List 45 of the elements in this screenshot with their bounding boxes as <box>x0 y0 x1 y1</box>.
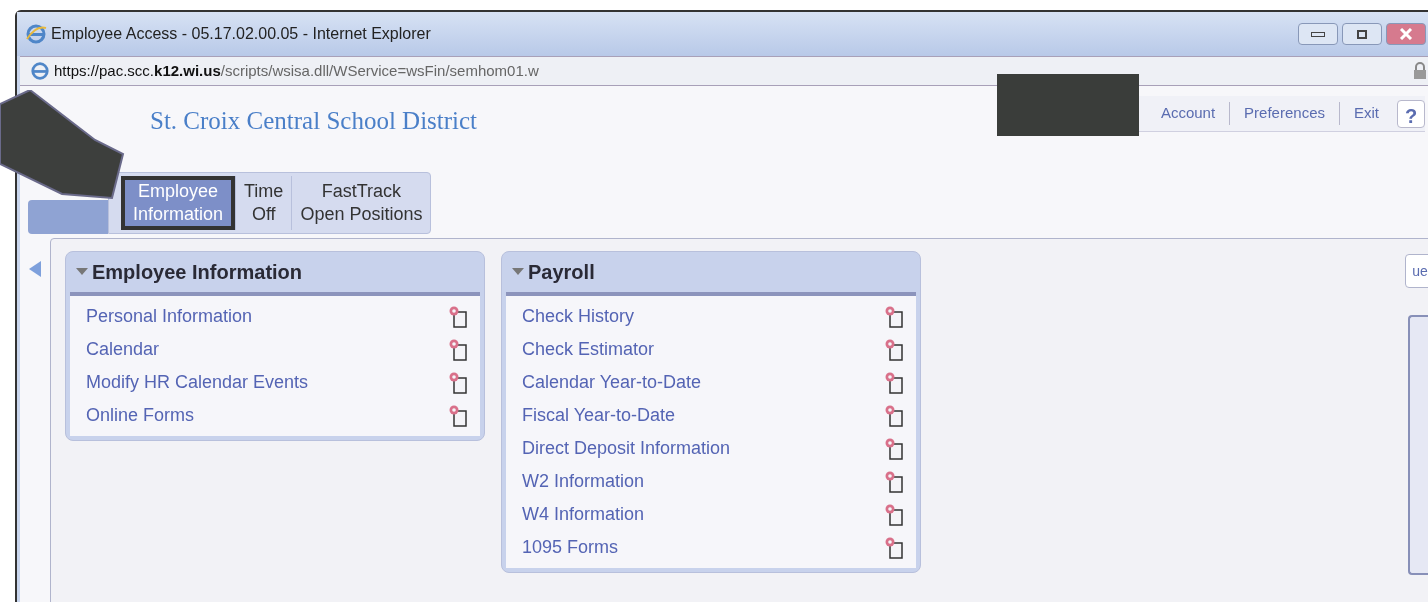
document-icon <box>884 403 904 428</box>
document-icon <box>884 502 904 527</box>
menu-link[interactable]: Fiscal Year-to-Date <box>522 402 676 429</box>
document-icon <box>884 436 904 461</box>
header-link[interactable]: Preferences <box>1229 102 1339 125</box>
menu-link[interactable]: Direct Deposit Information <box>522 435 731 462</box>
document-icon <box>884 469 904 494</box>
menu-link[interactable]: Modify HR Calendar Events <box>86 369 309 396</box>
document-icon <box>884 370 904 395</box>
menu-link[interactable]: Online Forms <box>86 402 195 429</box>
document-icon <box>884 304 904 329</box>
menu-link[interactable]: Personal Information <box>86 303 253 330</box>
site-title: St. Croix Central School District <box>150 106 478 136</box>
menu-link[interactable]: 1095 Forms <box>522 534 619 561</box>
browser-icon <box>25 23 47 45</box>
nav-tab[interactable]: FastTrack Open Positions <box>291 176 431 230</box>
document-icon <box>448 337 468 362</box>
panel-title: Payroll <box>528 260 595 285</box>
window-title: Employee Access - 05.17.02.00.05 - Internet Explorer <box>51 24 431 44</box>
nav-tab[interactable]: Employee Information <box>121 176 236 230</box>
header-link[interactable]: Account <box>1146 102 1230 125</box>
left-arrow-icon <box>29 261 41 277</box>
document-icon <box>448 403 468 428</box>
collapse-icon[interactable] <box>76 268 88 276</box>
collapse-icon[interactable] <box>512 268 524 276</box>
menu-link[interactable]: Check Estimator <box>522 336 655 363</box>
browser-icon <box>30 61 50 81</box>
menu-link[interactable]: Calendar Year-to-Date <box>522 369 702 396</box>
document-icon <box>884 337 904 362</box>
nav-tab[interactable]: Time Off <box>235 176 292 230</box>
header-link[interactable]: Exit <box>1339 102 1393 125</box>
lock-icon <box>1413 62 1427 80</box>
menu-link[interactable]: Calendar <box>86 336 160 363</box>
menu-link[interactable]: W2 Information <box>522 468 645 495</box>
close-icon <box>1399 28 1413 40</box>
maximize-button[interactable] <box>1342 23 1382 45</box>
document-icon <box>448 370 468 395</box>
document-icon <box>448 304 468 329</box>
side-button[interactable]: ue <box>1405 254 1428 288</box>
help-button[interactable]: ? <box>1397 99 1425 128</box>
menu-link[interactable]: W4 Information <box>522 501 645 528</box>
document-icon <box>884 535 904 560</box>
panel-title: Employee Information <box>92 260 303 285</box>
minimize-button[interactable] <box>1298 23 1338 45</box>
menu-link[interactable]: Check History <box>522 303 635 330</box>
